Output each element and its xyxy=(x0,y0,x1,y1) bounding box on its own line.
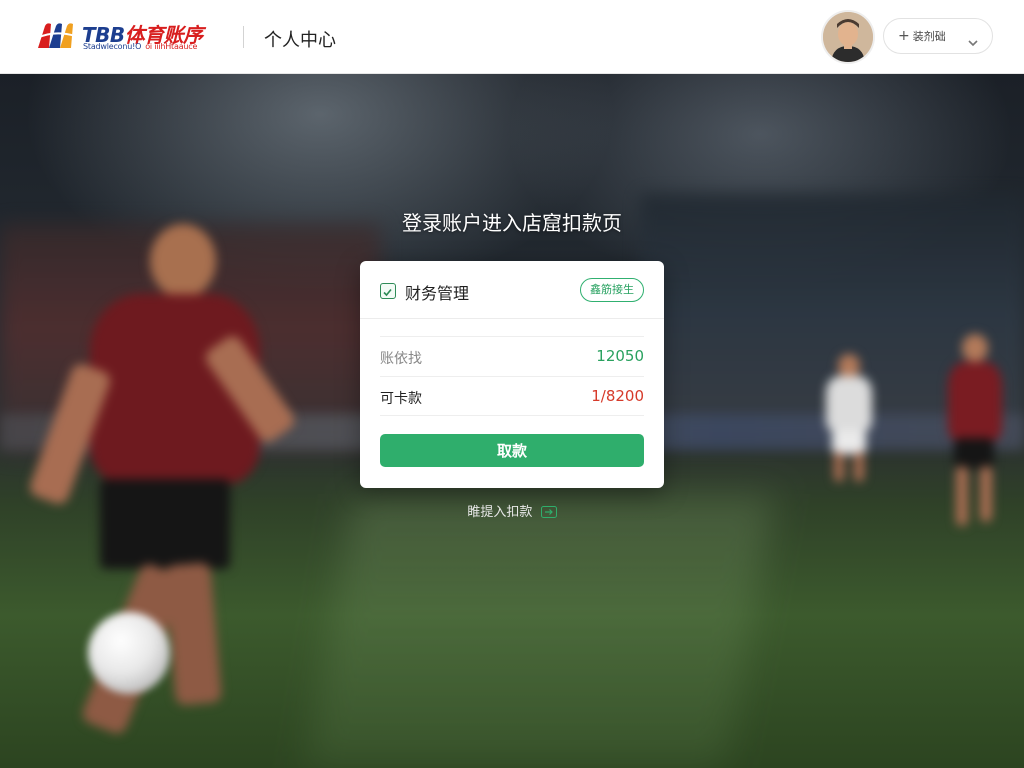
withdraw-entry-link[interactable]: 睢提入扣款 xyxy=(0,501,1024,522)
available-label: 可卡款 xyxy=(380,391,422,407)
top-header: TBB体育账序 Stadwleconu!O oi iiihHtaauce 个人中心… xyxy=(0,0,1024,74)
logo-subtitle-part-2: oi iiihHtaauce xyxy=(145,42,198,51)
avatar[interactable] xyxy=(823,12,873,62)
chevron-down-icon xyxy=(968,32,978,51)
plus-icon: + xyxy=(898,28,910,44)
checkbox-icon[interactable] xyxy=(380,283,396,299)
logo-subtitle-part-1: Stadwleconu!O xyxy=(83,42,142,51)
user-name: 装剂础 xyxy=(912,30,946,43)
page-title: 个人中心 xyxy=(264,30,336,51)
available-row: 可卡款 1/8200 xyxy=(380,376,644,416)
card-title: 财务管理 xyxy=(405,284,470,303)
status-badge[interactable]: 鑫筋接生 xyxy=(580,278,644,302)
balance-label: 账依找 xyxy=(380,351,422,367)
arrow-right-icon xyxy=(540,506,557,522)
finance-card: 财务管理 鑫筋接生 账依找 12050 可卡款 1/8200 取款 xyxy=(360,261,664,488)
withdraw-button[interactable]: 取款 xyxy=(380,434,644,467)
player-distant-white xyxy=(820,354,880,484)
logo-subtitle: Stadwleconu!O oi iiihHtaauce xyxy=(83,42,197,51)
withdraw-entry-label: 睢提入扣款 xyxy=(467,505,533,520)
balance-row: 账依找 12050 xyxy=(380,336,644,376)
balance-value: 12050 xyxy=(596,347,644,365)
header-divider xyxy=(243,26,244,48)
user-menu-button[interactable]: + 装剂础 xyxy=(883,18,993,54)
logo-icon[interactable] xyxy=(35,20,77,52)
soccer-ball xyxy=(88,612,170,694)
main-heading: 登录账户进入店窟扣款页 xyxy=(402,211,622,235)
card-header: 财务管理 鑫筋接生 xyxy=(360,261,664,319)
pitch-stripe xyxy=(305,494,775,768)
player-foreground xyxy=(27,214,300,768)
available-value: 1/8200 xyxy=(591,387,644,405)
